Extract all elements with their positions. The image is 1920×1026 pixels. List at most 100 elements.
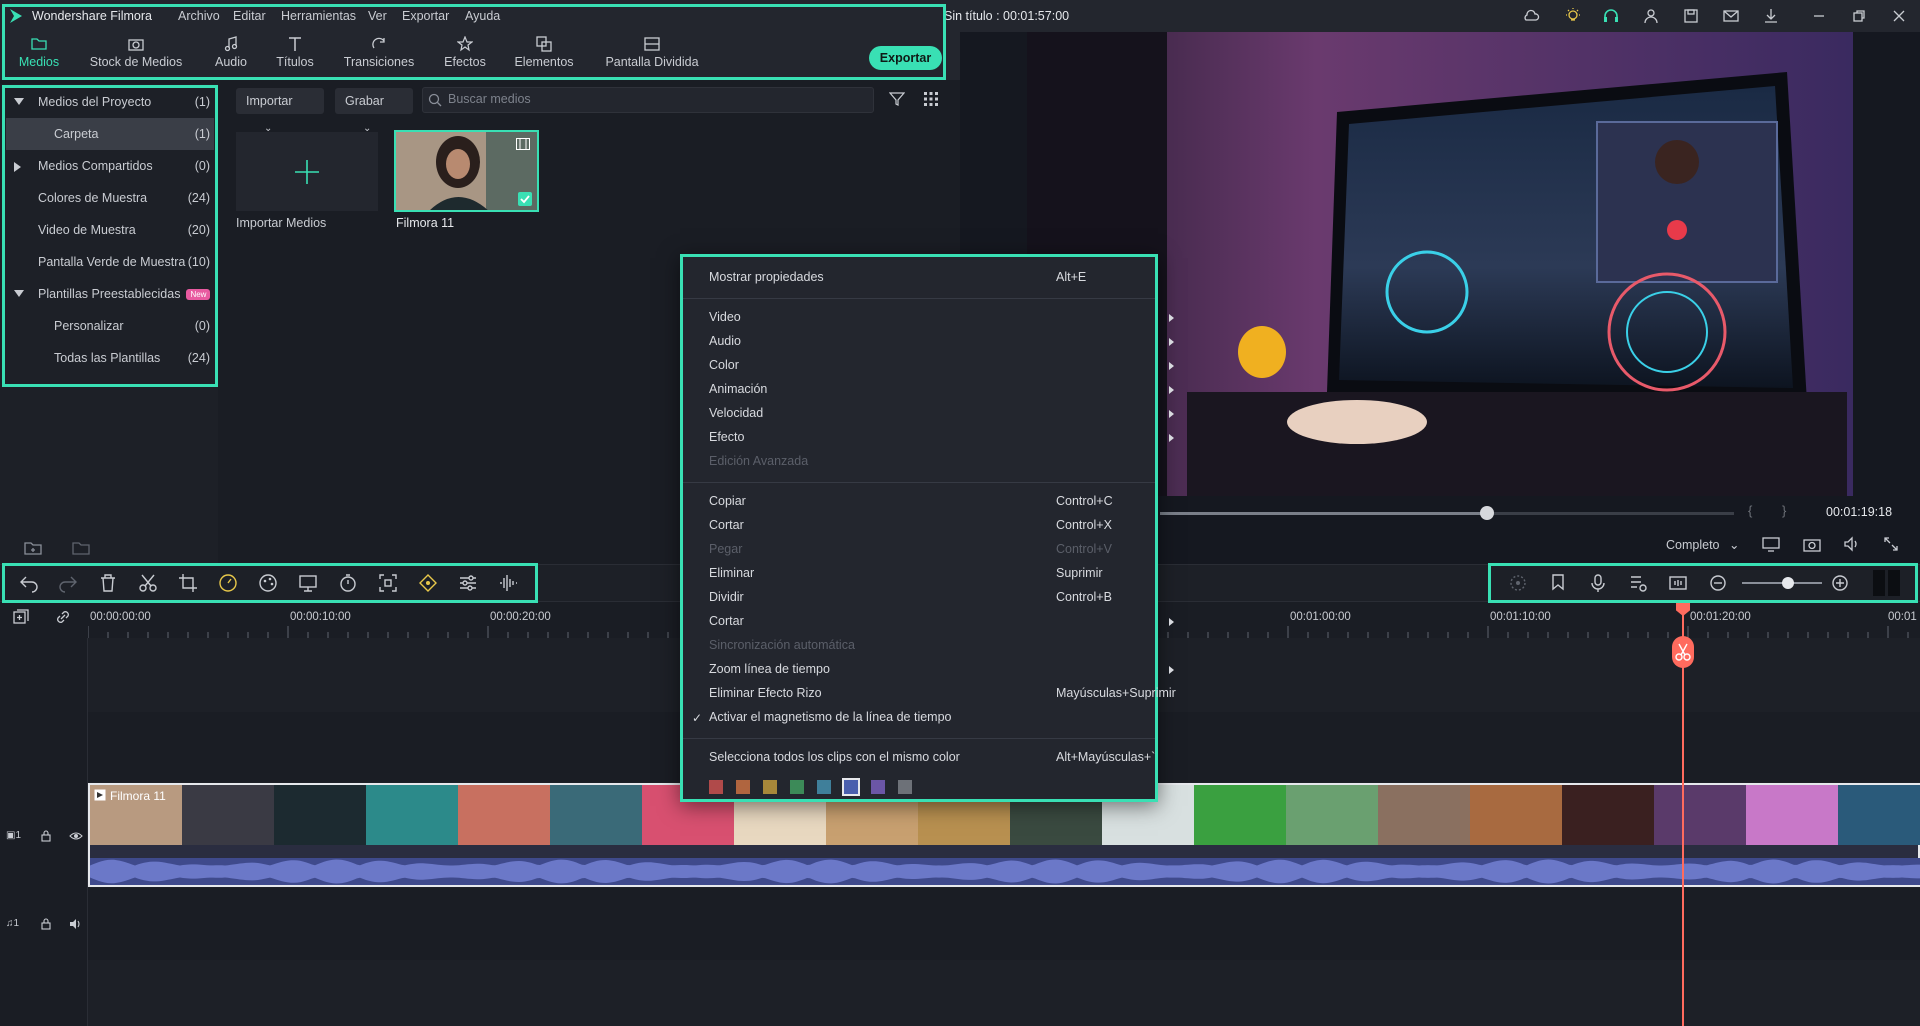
timeline-layout-toggle-right[interactable] xyxy=(1888,570,1900,596)
mark-in-icon[interactable]: { xyxy=(1748,503,1752,518)
library-item[interactable]: Pantalla Verde de Muestra (10) xyxy=(6,246,214,278)
microphone-icon[interactable] xyxy=(1587,572,1609,594)
context-menu-item[interactable]: Selecciona todos los clips con el mismo … xyxy=(709,750,1155,768)
folder-icon[interactable] xyxy=(72,540,90,556)
fullscreen-icon[interactable] xyxy=(1883,536,1899,552)
tab-transiciones[interactable]: Transiciones xyxy=(342,36,416,69)
minimize-icon[interactable] xyxy=(1810,7,1828,25)
crop-icon[interactable] xyxy=(177,572,199,594)
snapshot-camera-icon[interactable] xyxy=(1803,536,1821,552)
adjust-sliders-icon[interactable] xyxy=(457,572,479,594)
expand-arrow-right-icon[interactable] xyxy=(14,162,21,172)
audio-mixer-icon[interactable] xyxy=(1627,572,1649,594)
context-menu-item[interactable]: Eliminar Suprimir xyxy=(709,566,1149,584)
zoom-slider-knob[interactable] xyxy=(1782,577,1794,589)
undo-icon[interactable] xyxy=(18,572,40,594)
lock-icon[interactable] xyxy=(40,830,52,842)
context-menu-item[interactable]: Dividir Control+B xyxy=(709,590,1149,608)
library-item[interactable]: Video de Muestra (20) xyxy=(6,214,214,246)
color-swatch[interactable] xyxy=(817,780,831,794)
grid-view-icon[interactable] xyxy=(923,91,939,107)
tab-audio[interactable]: Audio xyxy=(210,36,252,69)
new-folder-icon[interactable] xyxy=(24,540,42,556)
filter-icon[interactable] xyxy=(889,91,905,107)
menu-herramientas[interactable]: Herramientas xyxy=(281,9,356,23)
expand-arrow-down-icon[interactable] xyxy=(14,290,24,297)
zoom-in-icon[interactable] xyxy=(1829,572,1851,594)
expand-arrow-down-icon[interactable] xyxy=(14,98,24,105)
timeline-layout-toggle-left[interactable] xyxy=(1873,570,1885,596)
fit-frame-icon[interactable] xyxy=(377,572,399,594)
green-screen-icon[interactable] xyxy=(297,572,319,594)
context-menu-item[interactable]: Activar el magnetismo de la línea de tie… xyxy=(709,710,1149,728)
library-item[interactable]: Plantillas Preestablecidas New xyxy=(6,278,214,310)
context-menu-item[interactable]: Efecto xyxy=(709,430,1174,448)
redo-icon[interactable] xyxy=(57,572,79,594)
account-icon[interactable] xyxy=(1642,7,1660,25)
monitor-icon[interactable] xyxy=(1762,536,1780,552)
library-item[interactable]: Colores de Muestra (24) xyxy=(6,182,214,214)
close-icon[interactable] xyxy=(1890,7,1908,25)
context-menu-item[interactable]: Eliminar Efecto Rizo Mayúsculas+Suprimir xyxy=(709,686,1176,704)
cloud-icon[interactable] xyxy=(1522,7,1540,25)
save-icon[interactable] xyxy=(1682,7,1700,25)
context-menu-item[interactable]: Copiar Control+C xyxy=(709,494,1149,512)
color-swatch[interactable] xyxy=(709,780,723,794)
quality-dropdown[interactable]: Completo ⌄ xyxy=(1666,537,1739,552)
tab-stock-de-medios[interactable]: Stock de Medios xyxy=(88,36,184,69)
link-icon[interactable] xyxy=(54,608,72,626)
tab-efectos[interactable]: Efectos xyxy=(440,36,490,69)
lightbulb-icon[interactable] xyxy=(1564,7,1582,25)
record-dropdown[interactable]: Grabar⌄ xyxy=(335,88,413,134)
keyframe-icon[interactable] xyxy=(417,572,439,594)
eye-icon[interactable] xyxy=(69,830,83,842)
tab-elementos[interactable]: Elementos xyxy=(512,36,576,69)
color-swatch[interactable] xyxy=(763,780,777,794)
speaker-icon[interactable] xyxy=(69,918,83,930)
speed-icon[interactable] xyxy=(217,572,239,594)
render-icon[interactable] xyxy=(1507,572,1529,594)
color-swatch[interactable] xyxy=(790,780,804,794)
audio-waveform-icon[interactable] xyxy=(497,572,519,594)
color-swatch[interactable] xyxy=(842,778,860,796)
media-clip-thumbnail[interactable] xyxy=(394,130,539,212)
menu-exportar[interactable]: Exportar xyxy=(402,9,449,23)
playhead-split-knob[interactable] xyxy=(1672,636,1694,668)
context-menu-item[interactable]: Velocidad xyxy=(709,406,1174,424)
context-menu-item[interactable]: Mostrar propiedades Alt+E xyxy=(709,270,1149,288)
menu-ver[interactable]: Ver xyxy=(368,9,387,23)
context-menu-item[interactable]: Cortar xyxy=(709,614,1174,632)
lock-icon[interactable] xyxy=(40,918,52,930)
add-track-icon[interactable] xyxy=(12,608,30,626)
context-menu-item[interactable]: Video xyxy=(709,310,1174,328)
library-item[interactable]: Medios Compartidos (0) xyxy=(6,150,214,182)
library-item[interactable]: Medios del Proyecto (1) xyxy=(6,86,214,118)
context-menu-item[interactable]: Audio xyxy=(709,334,1174,352)
delete-icon[interactable] xyxy=(97,572,119,594)
library-item[interactable]: Personalizar (0) xyxy=(6,310,214,342)
download-icon[interactable] xyxy=(1762,7,1780,25)
voiceover-icon[interactable] xyxy=(1667,572,1689,594)
context-menu-item[interactable]: Animación xyxy=(709,382,1174,400)
import-media-tile[interactable] xyxy=(236,132,378,211)
tab-medios[interactable]: Medios xyxy=(14,36,64,69)
color-palette-icon[interactable] xyxy=(257,572,279,594)
menu-ayuda[interactable]: Ayuda xyxy=(465,9,500,23)
zoom-out-icon[interactable] xyxy=(1707,572,1729,594)
mark-out-icon[interactable]: } xyxy=(1782,503,1786,518)
import-dropdown[interactable]: Importar⌄ xyxy=(236,88,324,134)
restore-icon[interactable] xyxy=(1850,7,1868,25)
export-button[interactable]: Exportar xyxy=(869,46,942,70)
volume-icon[interactable] xyxy=(1843,536,1861,552)
tab-titulos[interactable]: Títulos xyxy=(274,36,316,69)
library-item[interactable]: Carpeta (1) xyxy=(6,118,214,150)
context-menu-item[interactable]: Zoom línea de tiempo xyxy=(709,662,1174,680)
mail-icon[interactable] xyxy=(1722,7,1740,25)
scissors-icon[interactable] xyxy=(137,572,159,594)
color-swatch[interactable] xyxy=(871,780,885,794)
library-item[interactable]: Todas las Plantillas (24) xyxy=(6,342,214,374)
duration-timer-icon[interactable] xyxy=(337,572,359,594)
menu-archivo[interactable]: Archivo xyxy=(178,9,220,23)
tab-pantalla-dividida[interactable]: Pantalla Dividida xyxy=(605,36,699,69)
color-swatch[interactable] xyxy=(736,780,750,794)
